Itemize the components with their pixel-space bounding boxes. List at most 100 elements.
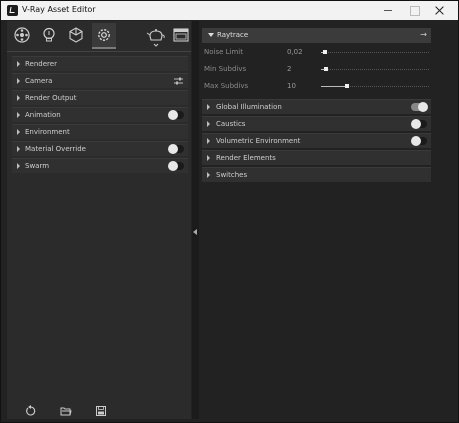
param-value[interactable]: 2: [287, 65, 291, 73]
reset-button[interactable]: [25, 405, 37, 417]
render-button[interactable]: [143, 23, 167, 49]
section-rollout-0[interactable]: Global Illumination: [202, 99, 431, 114]
collapse-arrow-icon[interactable]: [193, 229, 197, 235]
param-label: Min Subdivs: [204, 65, 247, 73]
settings-rollout-3[interactable]: Animation: [12, 107, 188, 122]
frame-buffer-icon: [173, 28, 189, 42]
toggle-knob: [168, 161, 178, 171]
save-icon: [96, 406, 106, 416]
open-button[interactable]: [60, 405, 72, 417]
chevron-right-icon: [207, 155, 210, 161]
category-toolbar: [7, 21, 191, 51]
chevron-right-icon: [17, 95, 20, 101]
section-rollout-1[interactable]: Caustics: [202, 116, 431, 131]
section-rollout-4[interactable]: Switches: [202, 167, 431, 182]
asset-editor-window: V-Ray Asset Editor Renderer Camera Rende…: [0, 0, 459, 423]
toolbar-divider: [7, 51, 191, 52]
close-button[interactable]: [433, 4, 445, 16]
toggle-knob: [168, 144, 178, 154]
toggle-knob: [168, 110, 178, 120]
toggle-knob: [411, 136, 421, 146]
frame-buffer-button[interactable]: [169, 23, 193, 49]
chevron-right-icon: [17, 112, 20, 118]
slider-thumb[interactable]: [323, 50, 328, 54]
toggle-switch[interactable]: [168, 144, 184, 154]
param-slider[interactable]: [321, 50, 429, 54]
save-button[interactable]: [95, 405, 107, 417]
toggle-switch[interactable]: [168, 161, 184, 171]
param-slider[interactable]: [321, 84, 429, 88]
rollout-label: Material Override: [25, 145, 86, 153]
window-title: V-Ray Asset Editor: [22, 5, 96, 14]
toggle-switch[interactable]: [168, 110, 184, 120]
section-title: Raytrace: [217, 31, 249, 39]
slider-fill: [321, 86, 345, 87]
sliders-icon[interactable]: [174, 77, 183, 85]
open-folder-icon: [60, 407, 72, 416]
toggle-switch[interactable]: [411, 102, 428, 112]
chevron-right-icon: [17, 146, 20, 152]
vray-logo-icon: [7, 5, 18, 16]
rollout-label: Animation: [25, 111, 61, 119]
param-label: Max Subdivs: [204, 82, 249, 90]
materials-icon: [14, 27, 30, 43]
param-value[interactable]: 0,02: [287, 48, 303, 56]
section-rollout-2[interactable]: Volumetric Environment: [202, 133, 431, 148]
param-row: Noise Limit 0,02: [204, 46, 429, 60]
section-label: Switches: [216, 171, 248, 179]
geometry-tab[interactable]: [64, 23, 88, 49]
chevron-down-icon: [208, 33, 214, 37]
chevron-right-icon: [17, 61, 20, 67]
settings-rollout-6[interactable]: Swarm: [12, 158, 188, 173]
maximize-button[interactable]: [408, 4, 420, 16]
chevron-right-icon: [207, 104, 210, 110]
left-panel: Renderer Camera Render Output Animation Envi…: [7, 21, 191, 419]
section-label: Render Elements: [216, 154, 276, 162]
settings-icon: [98, 29, 110, 41]
section-label: Volumetric Environment: [216, 137, 301, 145]
section-label: Global Illumination: [216, 103, 282, 111]
settings-rollout-2[interactable]: Render Output: [12, 90, 188, 105]
chevron-right-icon: [17, 78, 20, 84]
right-panel: Raytrace → Noise Limit 0,02 Min Subdivs 2 Ma…: [199, 21, 458, 419]
chevron-right-icon: [207, 121, 210, 127]
chevron-right-icon: [17, 163, 20, 169]
param-slider[interactable]: [321, 67, 429, 71]
slider-thumb[interactable]: [344, 84, 349, 88]
chevron-right-icon: [17, 129, 20, 135]
title-bar[interactable]: V-Ray Asset Editor: [1, 1, 458, 20]
param-row: Min Subdivs 2: [204, 63, 429, 77]
toggle-knob: [411, 119, 421, 129]
settings-rollout-5[interactable]: Material Override: [12, 141, 188, 156]
chevron-right-icon: [207, 172, 210, 178]
rollout-label: Renderer: [25, 60, 57, 68]
expand-arrow-icon[interactable]: →: [420, 30, 427, 39]
section-rollout-3[interactable]: Render Elements: [202, 150, 431, 165]
toggle-switch[interactable]: [411, 136, 427, 146]
rollout-label: Swarm: [25, 162, 50, 170]
settings-tab[interactable]: [92, 23, 116, 49]
settings-rollout-1[interactable]: Camera: [12, 73, 188, 88]
param-value[interactable]: 10: [287, 82, 296, 90]
chevron-right-icon: [207, 138, 210, 144]
rollout-label: Camera: [25, 77, 53, 85]
toggle-switch[interactable]: [411, 119, 427, 129]
section-label: Caustics: [216, 120, 246, 128]
lights-icon: [43, 27, 55, 42]
settings-list: Renderer Camera Render Output Animation Envi…: [12, 56, 188, 175]
slider-thumb[interactable]: [324, 67, 329, 71]
render-teapot-icon: [146, 29, 165, 47]
raytrace-section-header[interactable]: Raytrace →: [202, 28, 431, 43]
panel-splitter[interactable]: [192, 21, 199, 419]
settings-rollout-4[interactable]: Environment: [12, 124, 188, 139]
param-row: Max Subdivs 10: [204, 80, 429, 94]
toggle-knob: [418, 102, 428, 112]
lights-tab[interactable]: [37, 23, 61, 49]
bottom-toolbar: [7, 403, 191, 419]
rollout-label: Render Output: [25, 94, 77, 102]
rollout-label: Environment: [25, 128, 70, 136]
settings-rollout-0[interactable]: Renderer: [12, 56, 188, 71]
geometry-icon: [69, 27, 83, 43]
materials-tab[interactable]: [10, 23, 34, 49]
minimize-button[interactable]: [382, 4, 394, 16]
